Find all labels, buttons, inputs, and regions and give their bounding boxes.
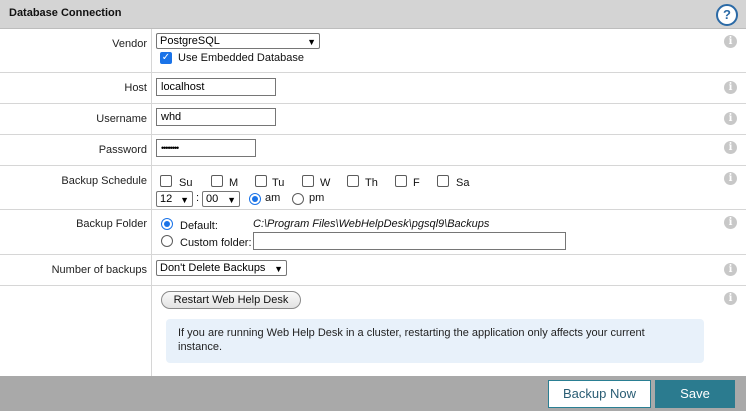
restart-info-line2: instance.	[178, 341, 223, 353]
day-label-th: Th	[365, 177, 378, 189]
day-checkbox-w[interactable]	[302, 175, 314, 187]
restart-button[interactable]: Restart Web Help Desk	[161, 291, 301, 309]
username-label: Username	[96, 113, 147, 125]
vendor-select-value: PostgreSQL	[160, 35, 220, 47]
username-input[interactable]: whd	[156, 108, 276, 126]
custom-folder-radio[interactable]	[161, 235, 173, 247]
day-label-tu: Tu	[272, 177, 285, 189]
column-divider	[151, 210, 152, 254]
info-icon[interactable]: i	[724, 292, 737, 305]
chevron-down-icon: ▼	[227, 195, 236, 205]
default-folder-label: Default:	[180, 220, 218, 232]
default-folder-path: C:\Program Files\WebHelpDesk\pgsql9\Back…	[253, 218, 490, 230]
info-icon[interactable]: i	[724, 35, 737, 48]
help-icon[interactable]: ?	[716, 4, 738, 26]
column-divider	[151, 135, 152, 165]
day-checkbox-m[interactable]	[211, 175, 223, 187]
info-icon[interactable]: i	[724, 263, 737, 276]
default-folder-radio[interactable]	[161, 218, 173, 230]
hour-select[interactable]: 12 ▼	[156, 191, 193, 207]
column-divider	[151, 104, 152, 134]
day-label-sa: Sa	[456, 177, 470, 189]
minute-select-value: 00	[206, 193, 219, 205]
column-divider	[151, 73, 152, 103]
section-header: Database Connection ?	[0, 0, 746, 29]
number-of-backups-row: Number of backups Don't Delete Backups ▼…	[0, 255, 746, 286]
embedded-db-label: Use Embedded Database	[178, 52, 304, 64]
time-colon: :	[196, 192, 200, 204]
number-of-backups-select[interactable]: Don't Delete Backups ▼	[156, 260, 287, 276]
vendor-select[interactable]: PostgreSQL ▼	[156, 33, 320, 49]
backup-schedule-label: Backup Schedule	[61, 175, 147, 187]
info-icon[interactable]: i	[724, 172, 737, 185]
day-checkbox-su[interactable]	[160, 175, 172, 187]
column-divider	[151, 255, 152, 285]
column-divider	[151, 29, 152, 72]
save-button[interactable]: Save	[655, 380, 735, 408]
username-row: Username whd i	[0, 104, 746, 135]
info-icon[interactable]: i	[724, 141, 737, 154]
restart-info-box: If you are running Web Help Desk in a cl…	[166, 319, 704, 363]
day-checkbox-tu[interactable]	[255, 175, 267, 187]
chevron-down-icon: ▼	[274, 264, 283, 274]
column-divider	[151, 286, 152, 376]
info-icon[interactable]: i	[724, 216, 737, 229]
backup-schedule-row: Backup Schedule Su M Tu W Th F Sa 12 ▼ :…	[0, 166, 746, 210]
pm-label: pm	[309, 192, 325, 204]
column-divider	[151, 166, 152, 209]
day-label-m: M	[229, 177, 239, 189]
day-label-f: F	[413, 177, 420, 189]
day-checkbox-f[interactable]	[395, 175, 407, 187]
info-icon[interactable]: i	[724, 112, 737, 125]
host-label: Host	[124, 82, 147, 94]
day-label-su: Su	[179, 177, 193, 189]
vendor-label: Vendor	[112, 38, 147, 50]
day-checkbox-sa[interactable]	[437, 175, 449, 187]
backup-folder-row: Backup Folder Default: C:\Program Files\…	[0, 210, 746, 255]
day-label-w: W	[320, 177, 331, 189]
password-label: Password	[98, 144, 147, 156]
section-title: Database Connection	[9, 7, 122, 19]
footer-bar: Backup Now Save	[0, 376, 746, 411]
embedded-db-checkbox[interactable]: ✓	[160, 52, 172, 64]
chevron-down-icon: ▼	[180, 195, 189, 205]
pm-radio[interactable]	[292, 193, 304, 205]
password-row: Password •••••••• i	[0, 135, 746, 166]
custom-folder-input[interactable]	[253, 232, 566, 250]
number-of-backups-label: Number of backups	[51, 264, 147, 276]
am-radio[interactable]	[249, 193, 261, 205]
host-row: Host localhost i	[0, 73, 746, 104]
number-of-backups-value: Don't Delete Backups	[160, 262, 266, 274]
backup-now-button[interactable]: Backup Now	[548, 380, 651, 408]
restart-info-line1: If you are running Web Help Desk in a cl…	[178, 327, 645, 339]
info-icon[interactable]: i	[724, 81, 737, 94]
hour-select-value: 12	[160, 193, 173, 205]
vendor-row: Vendor PostgreSQL ▼ ✓ Use Embedded Datab…	[0, 29, 746, 73]
host-input[interactable]: localhost	[156, 78, 276, 96]
day-checkbox-th[interactable]	[347, 175, 359, 187]
chevron-down-icon: ▼	[307, 37, 316, 47]
custom-folder-label: Custom folder:	[180, 237, 252, 249]
minute-select[interactable]: 00 ▼	[202, 191, 240, 207]
am-label: am	[265, 192, 281, 204]
backup-folder-label: Backup Folder	[76, 218, 147, 230]
password-input[interactable]: ••••••••	[156, 139, 256, 157]
